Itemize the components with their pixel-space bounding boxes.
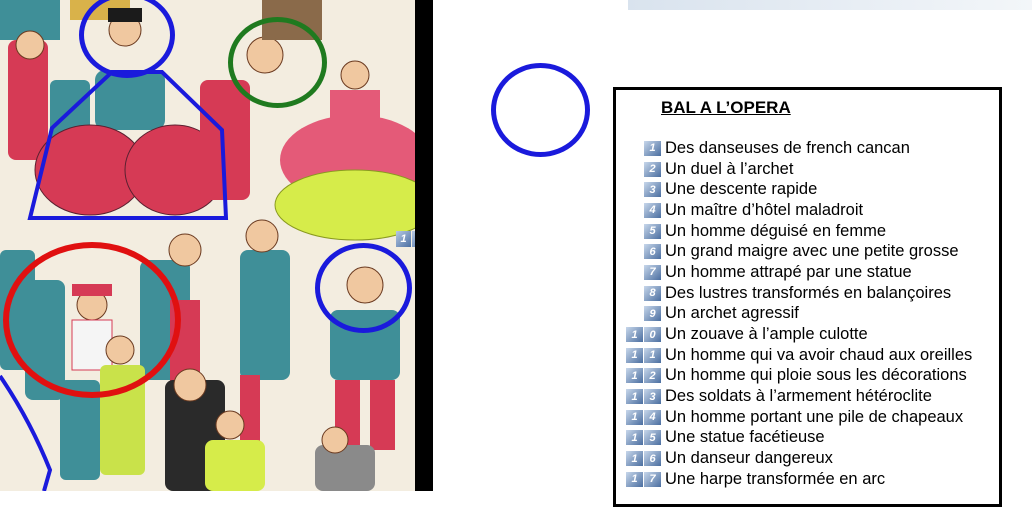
item-number-badge: 1 bbox=[625, 140, 661, 156]
item-text: Un archet agressif bbox=[665, 304, 799, 323]
red-circle-waldo bbox=[3, 242, 181, 398]
item-number-badge: 11 bbox=[625, 347, 661, 363]
illustration[interactable]: 1 2 bbox=[0, 0, 415, 491]
item-text: Un homme attrapé par une statue bbox=[665, 262, 912, 281]
items-list-panel: BAL A L’OPERA 1 Des danseuses de french c… bbox=[613, 87, 1002, 507]
item-number-badge: 4 bbox=[625, 202, 661, 218]
list-item: 3 Une descente rapide bbox=[625, 179, 972, 200]
item-text: Un homme portant une pile de chapeaux bbox=[665, 407, 964, 426]
item-number-badge: 6 bbox=[625, 244, 661, 260]
item-number-digit: 1 bbox=[626, 389, 643, 405]
item-text: Une harpe transformée en arc bbox=[665, 469, 886, 488]
list-item: 1 5 Une statue facétieuse bbox=[625, 428, 972, 449]
item-number-digit: 2 bbox=[644, 161, 661, 177]
top-strip bbox=[628, 0, 1032, 10]
list-item: 5 Un homme déguisé en femme bbox=[625, 221, 972, 242]
list-item: 1 6 Un danseur dangereux bbox=[625, 448, 972, 469]
list-item: 9 Un archet agressif bbox=[625, 304, 972, 325]
list-item: 1 0 Un zouave à l’ample culotte bbox=[625, 324, 972, 345]
item-number-digit: 1 bbox=[626, 347, 643, 363]
item-number-digit: 3 bbox=[644, 182, 661, 198]
item-text: Des danseuses de french cancan bbox=[665, 138, 910, 157]
item-number-digit: 7 bbox=[644, 264, 661, 280]
item-number-badge: 7 bbox=[625, 264, 661, 280]
item-number-badge: 2 bbox=[625, 161, 661, 177]
item-number-digit: 0 bbox=[644, 327, 661, 343]
item-number-digit: 6 bbox=[644, 244, 661, 260]
item-text: Un danseur dangereux bbox=[665, 449, 833, 468]
items-list: 1 Des danseuses de french cancan 2 Un duel … bbox=[625, 138, 972, 490]
list-item: 1 7 Une harpe transformée en arc bbox=[625, 469, 972, 490]
page-divider bbox=[415, 0, 433, 491]
list-item: 1 Des danseuses de french cancan bbox=[625, 138, 972, 159]
item-number-badge: 9 bbox=[625, 306, 661, 322]
list-item: 1 2 Un homme qui ploie sous les décoration… bbox=[625, 366, 972, 387]
blue-circle-decorations bbox=[315, 243, 412, 333]
item-number-badge: 8 bbox=[625, 285, 661, 301]
item-number-badge: 14 bbox=[625, 409, 661, 425]
badge-12: 1 2 bbox=[396, 231, 415, 247]
item-number-badge: 17 bbox=[625, 471, 661, 487]
item-number-digit: 1 bbox=[644, 347, 661, 363]
item-text: Un homme qui va avoir chaud aux oreilles bbox=[665, 345, 973, 364]
item-text: Un grand maigre avec une petite grosse bbox=[665, 242, 959, 261]
item-text: Une descente rapide bbox=[665, 180, 818, 199]
item-number-digit: 8 bbox=[644, 285, 661, 301]
item-number-digit: 1 bbox=[644, 140, 661, 156]
list-item: 1 4 Un homme portant une pile de chapeaux bbox=[625, 407, 972, 428]
item-number-digit: 1 bbox=[626, 430, 643, 446]
item-number-digit: 5 bbox=[644, 430, 661, 446]
item-number-badge: 12 bbox=[625, 368, 661, 384]
item-text: Un duel à l’archet bbox=[665, 159, 794, 178]
item-number-digit: 4 bbox=[644, 409, 661, 425]
item-number-digit: 2 bbox=[644, 368, 661, 384]
item-number-digit: 1 bbox=[626, 327, 643, 343]
item-number-badge: 15 bbox=[625, 430, 661, 446]
list-item: 2 Un duel à l’archet bbox=[625, 159, 972, 180]
list-item: 4 Un maître d’hôtel maladroit bbox=[625, 200, 972, 221]
list-item: 1 1 Un homme qui va avoir chaud aux oreill… bbox=[625, 345, 972, 366]
item-number-badge: 13 bbox=[625, 389, 661, 405]
panel-title: BAL A L’OPERA bbox=[661, 98, 791, 117]
item-number-badge: 10 bbox=[625, 327, 661, 343]
item-number-digit: 3 bbox=[644, 389, 661, 405]
item-number-digit: 7 bbox=[644, 471, 661, 487]
green-circle-camera bbox=[228, 17, 327, 108]
list-item: 7 Un homme attrapé par une statue bbox=[625, 262, 972, 283]
item-number-digit: 1 bbox=[626, 471, 643, 487]
item-number-badge: 16 bbox=[625, 451, 661, 467]
item-text: Des lustres transformés en balançoires bbox=[665, 283, 952, 302]
item-text: Une statue facétieuse bbox=[665, 428, 825, 447]
item-text: Un zouave à l’ample culotte bbox=[665, 325, 868, 344]
item-number-badge: 3 bbox=[625, 182, 661, 198]
badge-digit: 1 bbox=[396, 231, 411, 247]
list-item: 8 Des lustres transformés en balançoires bbox=[625, 283, 972, 304]
list-item: 6 Un grand maigre avec une petite grosse bbox=[625, 241, 972, 262]
item-number-digit: 9 bbox=[644, 306, 661, 322]
item-number-digit: 4 bbox=[644, 202, 661, 218]
list-item: 1 3 Des soldats à l’armement hétéroclite bbox=[625, 386, 972, 407]
item-number-digit: 1 bbox=[626, 409, 643, 425]
item-number-digit: 1 bbox=[626, 451, 643, 467]
item-text: Un homme déguisé en femme bbox=[665, 221, 887, 240]
item-text: Des soldats à l’armement hétéroclite bbox=[665, 387, 932, 406]
item-text: Un homme qui ploie sous les décorations bbox=[665, 366, 967, 385]
item-text: Un maître d’hôtel maladroit bbox=[665, 200, 864, 219]
item-number-digit: 1 bbox=[626, 368, 643, 384]
blue-circle-empty bbox=[491, 63, 590, 157]
item-number-digit: 6 bbox=[644, 451, 661, 467]
item-number-badge: 5 bbox=[625, 223, 661, 239]
item-number-digit: 5 bbox=[644, 223, 661, 239]
